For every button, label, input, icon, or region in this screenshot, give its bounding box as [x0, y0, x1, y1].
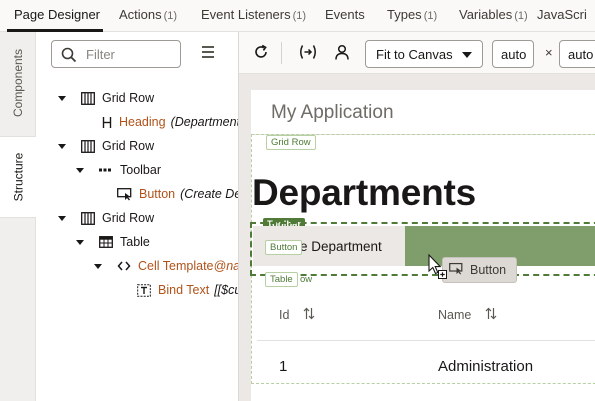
canvas-toolbar: Fit to Canvas auto × auto [239, 32, 595, 74]
tab-types[interactable]: Types (1) [387, 7, 437, 22]
grid-row-icon [80, 211, 96, 225]
side-tab-structure[interactable]: Structure [0, 136, 36, 218]
toolbar-divider [281, 42, 282, 64]
grid-row-icon [80, 91, 96, 105]
design-canvas[interactable]: My Application Grid Row Departments Tool… [239, 74, 595, 401]
expand-caret-icon[interactable] [76, 239, 84, 245]
tab-javascript[interactable]: JavaScri [537, 7, 587, 22]
grid-row-tag-partial: ow [300, 274, 313, 285]
fit-to-canvas-select[interactable]: Fit to Canvas [365, 40, 483, 68]
button-icon [449, 262, 464, 278]
filter-field[interactable] [51, 40, 181, 68]
expand-caret-icon[interactable] [58, 215, 66, 221]
code-brackets-icon [116, 259, 132, 273]
bind-text-icon [136, 283, 152, 297]
expand-caret-icon[interactable] [76, 167, 84, 173]
binding-parentheses-icon [298, 44, 318, 63]
tree-item-bind-text[interactable]: Bind Text [[$cu [136, 280, 238, 300]
tree-item-table[interactable]: Table [76, 232, 150, 252]
heading-icon [101, 115, 113, 129]
table-tag: Table [265, 272, 298, 287]
refresh-icon [253, 44, 269, 63]
tree-item-grid-row[interactable]: Grid Row [58, 88, 154, 108]
expand-caret-icon[interactable] [58, 143, 66, 149]
table-header-divider [257, 340, 595, 341]
grid-row-tag: Grid Row [266, 135, 316, 150]
tab-events[interactable]: Events [325, 7, 365, 22]
tree-item-toolbar[interactable]: Toolbar [76, 160, 161, 180]
tab-page-designer[interactable]: Page Designer [14, 7, 100, 22]
table-cell-name: Administration [438, 358, 534, 375]
grid-row-icon [80, 139, 96, 153]
structure-panel: Grid Row Heading (Department Grid Row To… [36, 32, 239, 401]
filter-input[interactable] [86, 45, 176, 63]
search-icon [61, 47, 77, 66]
tree-item-grid-row[interactable]: Grid Row [58, 208, 154, 228]
drag-cursor-icon [426, 253, 450, 283]
tree-item-cell-template[interactable]: Cell Template @na [94, 256, 238, 276]
canvas-width-input[interactable]: auto [492, 40, 534, 68]
tree-item-grid-row[interactable]: Grid Row [58, 136, 154, 156]
button-tag: Button [265, 240, 303, 255]
app-title: My Application [271, 102, 394, 123]
dimension-separator: × [545, 45, 553, 60]
side-tab-strip: Components Structure [0, 32, 36, 401]
designer-tab-bar: Page Designer Actions (1) Event Listeners… [0, 0, 595, 32]
user-icon [334, 44, 350, 63]
variables-binding-button[interactable] [298, 43, 318, 63]
table-cell-id: 1 [279, 358, 288, 375]
refresh-button[interactable] [251, 43, 271, 63]
expand-caret-icon[interactable] [58, 95, 66, 101]
sort-icon[interactable] [485, 307, 497, 323]
tree-item-button[interactable]: Button (Create Dep [117, 184, 238, 204]
menu-icon[interactable] [202, 46, 214, 58]
table-icon [98, 235, 114, 249]
tab-event-listeners[interactable]: Event Listeners (1) [201, 7, 306, 22]
departments-heading[interactable]: Departments [252, 172, 476, 214]
expand-caret-icon[interactable] [94, 263, 102, 269]
chevron-down-icon [462, 52, 472, 58]
column-header-name[interactable]: Name [438, 307, 497, 323]
dragged-button-component[interactable]: Button [442, 257, 517, 283]
column-header-id[interactable]: Id [279, 307, 315, 323]
toolbar-icon [98, 163, 114, 177]
sort-icon[interactable] [303, 307, 315, 323]
button-icon [117, 187, 133, 201]
user-roles-button[interactable] [332, 43, 352, 63]
canvas-height-input[interactable]: auto [559, 40, 595, 68]
tree-item-heading[interactable]: Heading (Department [101, 112, 238, 132]
tab-actions[interactable]: Actions (1) [119, 7, 177, 22]
tab-variables[interactable]: Variables (1) [459, 7, 528, 22]
side-tab-components[interactable]: Components [0, 32, 36, 134]
